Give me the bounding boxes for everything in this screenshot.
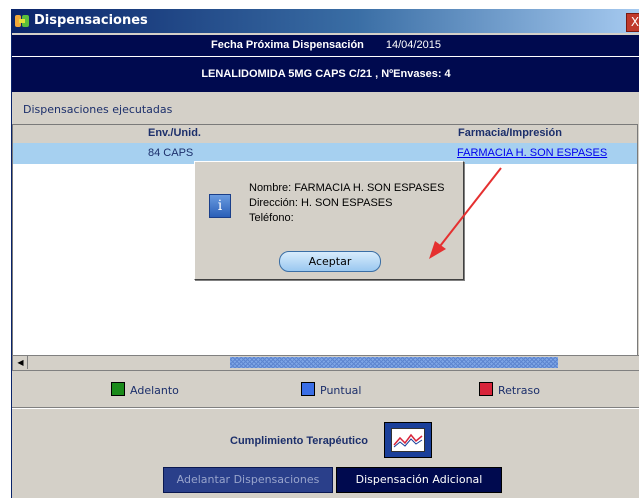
medication-bar: LENALIDOMIDA 5MG CAPS C/21 , NºEnvases: …	[12, 57, 639, 92]
farmacia-link[interactable]: FARMACIA H. SON ESPASES	[457, 147, 607, 159]
adelantar-dispensaciones-button[interactable]: Adelantar Dispensaciones	[163, 467, 333, 493]
info-icon: i	[209, 194, 231, 218]
title-bar: Dispensaciones X	[12, 9, 639, 33]
chart-line-icon	[391, 428, 425, 452]
legend-puntual: Puntual	[301, 382, 361, 397]
dispensacion-adicional-button[interactable]: Dispensación Adicional	[336, 467, 502, 493]
fecha-label: Fecha Próxima Dispensación	[211, 39, 364, 51]
table-header: Env./Unid. Farmacia/Impresión	[13, 125, 637, 143]
retraso-swatch	[479, 382, 493, 396]
legend-label: Adelanto	[130, 384, 179, 397]
column-header-env-unid[interactable]: Env./Unid.	[148, 127, 201, 139]
separator	[12, 407, 639, 409]
pharmacy-info-dialog: i Nombre: FARMACIA H. SON ESPASES Direcc…	[194, 161, 464, 280]
close-button[interactable]: X	[626, 13, 639, 32]
column-header-farmacia[interactable]: Farmacia/Impresión	[458, 127, 562, 139]
dialog-direccion: Dirección: H. SON ESPASES	[249, 197, 393, 209]
section-title: Dispensaciones ejecutadas	[23, 103, 173, 116]
app-logo-icon	[15, 15, 29, 27]
cumplimiento-label: Cumplimiento Terapéutico	[230, 435, 368, 447]
puntual-swatch	[301, 382, 315, 396]
dialog-nombre: Nombre: FARMACIA H. SON ESPASES	[249, 182, 445, 194]
scroll-thumb[interactable]	[230, 357, 558, 368]
aceptar-button[interactable]: Aceptar	[279, 251, 381, 272]
legend-retraso: Retraso	[479, 382, 540, 397]
cumplimiento-button[interactable]	[384, 422, 432, 458]
legend-label: Retraso	[498, 384, 540, 397]
cell-env-unid: 84 CAPS	[148, 147, 194, 159]
window-title: Dispensaciones	[34, 13, 148, 28]
dialog-telefono: Teléfono:	[249, 212, 294, 224]
fecha-value: 14/04/2015	[385, 39, 441, 51]
legend-label: Puntual	[320, 384, 362, 397]
legend-adelanto: Adelanto	[111, 382, 179, 397]
adelanto-swatch	[111, 382, 125, 396]
horizontal-scrollbar[interactable]: ◀	[12, 355, 639, 371]
scroll-left-icon[interactable]: ◀	[14, 356, 28, 369]
next-dispensation-bar: Fecha Próxima Dispensación 14/04/2015	[12, 35, 639, 57]
